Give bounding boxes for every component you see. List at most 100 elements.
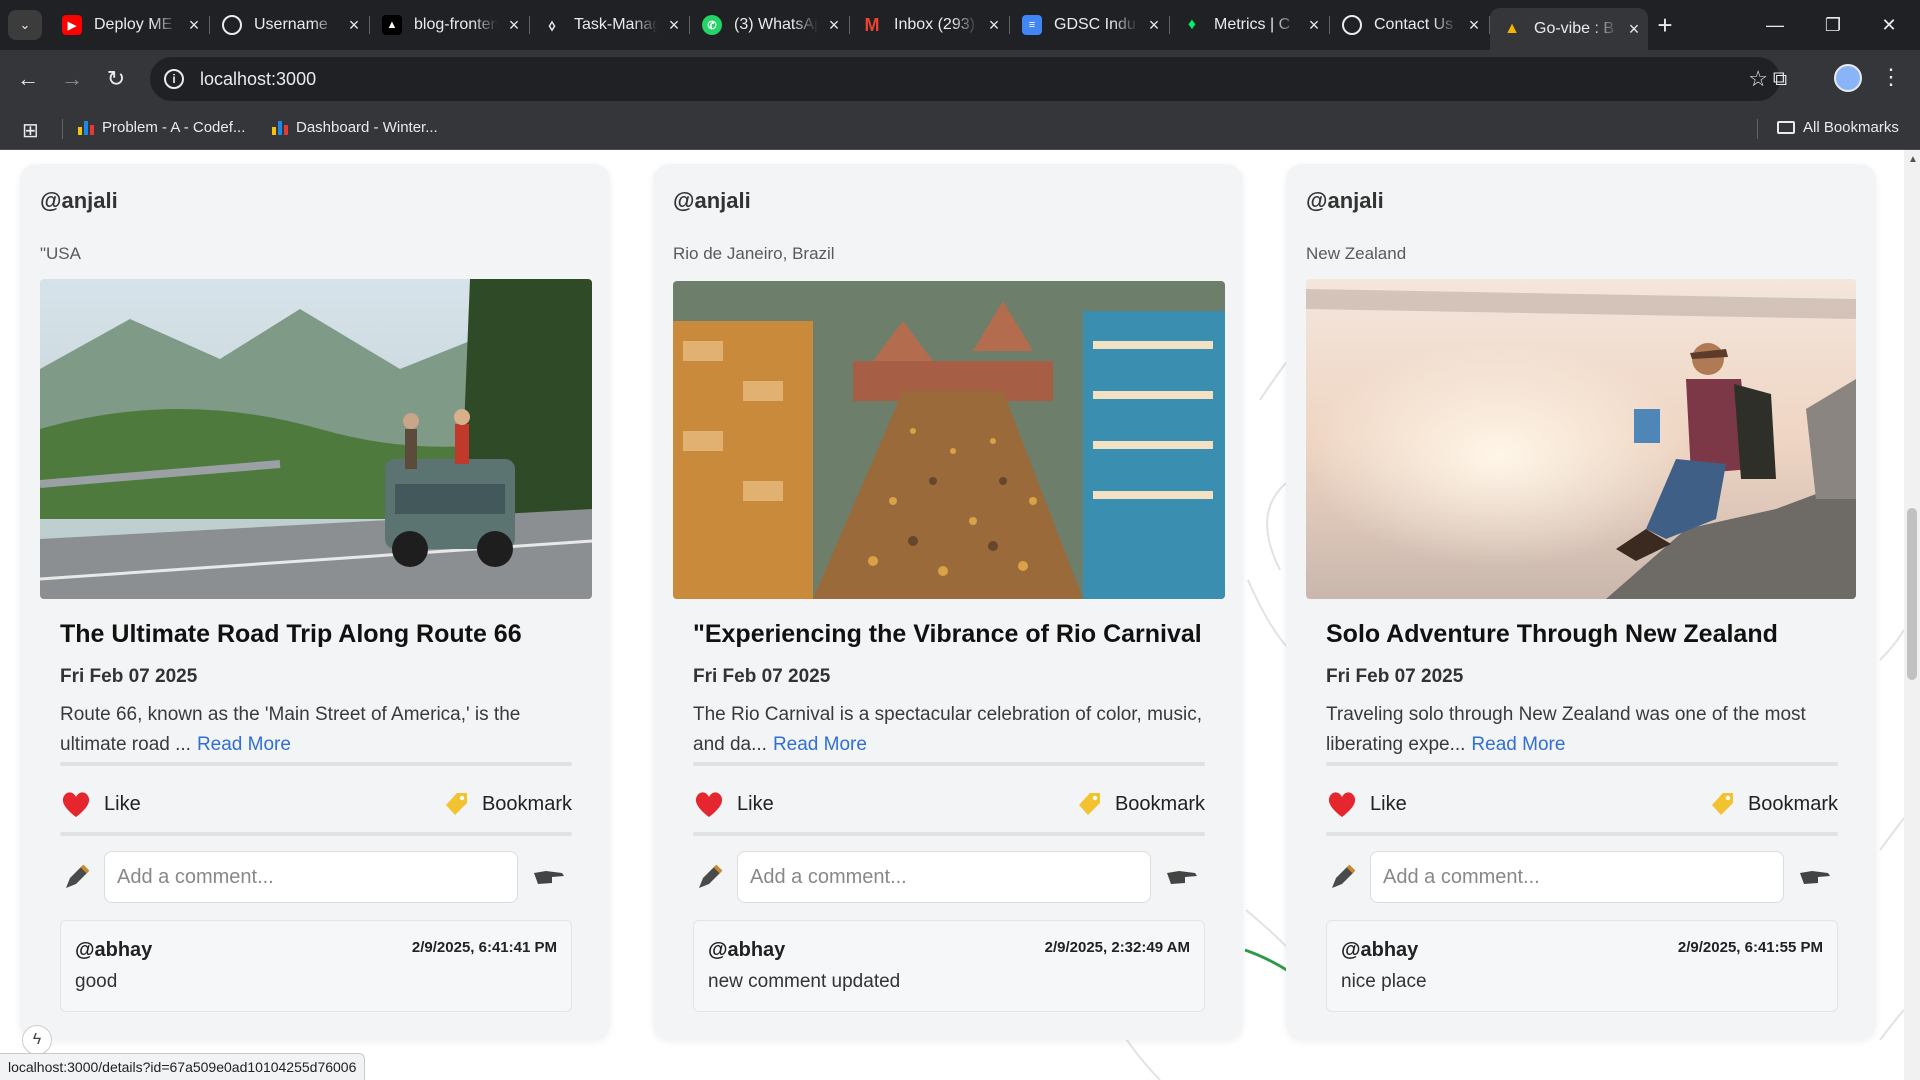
minimize-button[interactable]: — xyxy=(1752,8,1798,42)
heart-icon xyxy=(62,792,90,817)
bookmark-button[interactable]: Bookmark xyxy=(1073,789,1205,819)
tab-username[interactable]: Username × xyxy=(210,8,370,42)
scroll-up-icon[interactable]: ▲ xyxy=(1908,154,1918,165)
close-icon[interactable]: × xyxy=(1624,19,1644,39)
post-image[interactable] xyxy=(40,279,592,599)
tab-title: blog-frontend xyxy=(414,16,498,33)
back-button[interactable]: ← xyxy=(12,63,44,95)
post-author[interactable]: @anjali xyxy=(1306,188,1384,214)
read-more-link[interactable]: Read More xyxy=(1471,734,1565,755)
tab-metrics[interactable]: ♦ Metrics | C × xyxy=(1170,8,1330,42)
like-button[interactable]: Like xyxy=(693,788,774,820)
tab-go-vibe[interactable]: ▲ Go-vibe : B × xyxy=(1490,8,1648,50)
close-icon[interactable]: × xyxy=(344,15,364,35)
tab-title: GDSC Indu xyxy=(1054,16,1136,33)
post-card[interactable]: @anjali "USA The Ultimate Road Trip Alon… xyxy=(20,164,610,1040)
tab-title: Username xyxy=(254,16,328,33)
comment-row xyxy=(1326,851,1838,903)
read-more-link[interactable]: Read More xyxy=(197,734,291,755)
scrollbar-thumb[interactable] xyxy=(1907,508,1917,680)
post-author[interactable]: @anjali xyxy=(40,188,118,214)
extensions-icon[interactable]: ⧉ xyxy=(1765,64,1795,94)
bookmark-button[interactable]: Bookmark xyxy=(440,789,572,819)
post-excerpt: Route 66, known as the 'Main Street of A… xyxy=(60,700,580,760)
tab-deploy[interactable]: ▶ Deploy ME × xyxy=(50,8,210,42)
tab-title: (3) WhatsApp xyxy=(734,16,818,33)
close-icon[interactable]: × xyxy=(504,15,524,35)
post-title[interactable]: Solo Adventure Through New Zealand xyxy=(1326,620,1778,649)
bookmark-codeforces[interactable]: Problem - A - Codef... xyxy=(78,119,245,136)
tag-icon xyxy=(1711,793,1733,815)
govibe-icon: ▲ xyxy=(1504,20,1520,37)
post-image[interactable] xyxy=(1306,279,1856,599)
tab-task-manager[interactable]: ⬨ Task-Manager × xyxy=(530,8,690,42)
excerpt-text: The Rio Carnival is a spectacular celebr… xyxy=(693,704,1203,755)
tab-title: Contact Us xyxy=(1374,16,1454,33)
pointing-hand-icon[interactable] xyxy=(532,867,566,887)
tab-blog-frontend[interactable]: ▲ blog-frontend × xyxy=(370,8,530,42)
comment-text: good xyxy=(75,971,118,992)
url-text: localhost:3000 xyxy=(200,68,317,89)
tab-strip: ⌄ ▶ Deploy ME × Username × ▲ blog-fronte… xyxy=(0,0,1920,50)
bookmark-button[interactable]: Bookmark xyxy=(1706,789,1838,819)
post-author[interactable]: @anjali xyxy=(673,188,751,214)
tab-gdsc[interactable]: ≡ GDSC Indu × xyxy=(1010,8,1170,42)
bookmark-dashboard[interactable]: Dashboard - Winter... xyxy=(272,119,438,136)
comment-input[interactable] xyxy=(1370,851,1784,903)
close-icon[interactable]: × xyxy=(1464,15,1484,35)
read-more-link[interactable]: Read More xyxy=(773,734,867,755)
like-button[interactable]: Like xyxy=(60,788,141,820)
tab-title: Task-Manager xyxy=(574,16,658,33)
tab-inbox[interactable]: M Inbox (293) × xyxy=(850,8,1010,42)
like-label: Like xyxy=(104,792,141,815)
tag-icon xyxy=(1078,793,1100,815)
reload-button[interactable]: ↻ xyxy=(100,63,132,95)
pen-icon xyxy=(1332,864,1356,888)
profile-avatar[interactable] xyxy=(1834,64,1862,92)
post-image[interactable] xyxy=(673,281,1225,599)
post-card[interactable]: @anjali New Zealand Solo Adventure Throu… xyxy=(1286,164,1876,1040)
site-info-icon[interactable]: i xyxy=(164,69,184,89)
comment-item: @abhay 2/9/2025, 6:41:41 PM good xyxy=(60,920,572,1012)
whatsapp-icon: ✆ xyxy=(702,15,722,35)
post-title[interactable]: The Ultimate Road Trip Along Route 66 xyxy=(60,620,522,649)
lightning-icon[interactable]: ϟ xyxy=(22,1025,52,1055)
pin-icon: ⬨ xyxy=(548,16,556,34)
codeforces-icon xyxy=(272,120,288,135)
close-icon[interactable]: × xyxy=(1144,15,1164,35)
comment-text: nice place xyxy=(1341,971,1427,992)
comment-author: @abhay xyxy=(1341,939,1419,961)
tab-search-button[interactable]: ⌄ xyxy=(8,10,42,40)
tab-contact[interactable]: Contact Us × xyxy=(1330,8,1490,42)
comment-row xyxy=(693,851,1205,903)
close-icon[interactable]: × xyxy=(664,15,684,35)
comment-input[interactable] xyxy=(104,851,518,903)
all-bookmarks-label: All Bookmarks xyxy=(1803,119,1899,136)
like-button[interactable]: Like xyxy=(1326,788,1407,820)
pointing-hand-icon[interactable] xyxy=(1798,867,1832,887)
close-icon[interactable]: × xyxy=(184,15,204,35)
close-icon[interactable]: × xyxy=(824,15,844,35)
close-icon[interactable]: × xyxy=(1304,15,1324,35)
close-window-button[interactable]: ✕ xyxy=(1866,8,1912,42)
new-tab-button[interactable]: + xyxy=(1650,10,1680,40)
page-scrollbar[interactable]: ▲ xyxy=(1904,150,1920,1080)
docs-icon: ≡ xyxy=(1022,15,1042,35)
tab-whatsapp[interactable]: ✆ (3) WhatsApp × xyxy=(690,8,850,42)
comment-item: @abhay 2/9/2025, 2:32:49 AM new comment … xyxy=(693,920,1205,1012)
close-icon[interactable]: × xyxy=(984,15,1004,35)
codeforces-icon xyxy=(78,120,94,135)
address-bar[interactable]: i localhost:3000 ☆ xyxy=(150,57,1780,101)
pointing-hand-icon[interactable] xyxy=(1165,867,1199,887)
apps-grid-icon[interactable]: ⊞ xyxy=(22,118,39,143)
restore-button[interactable]: ❐ xyxy=(1810,8,1856,42)
divider xyxy=(60,832,572,836)
post-title[interactable]: "Experiencing the Vibrance of Rio Carniv… xyxy=(693,620,1202,649)
forward-button[interactable]: → xyxy=(56,63,88,95)
menu-icon[interactable]: ⋮ xyxy=(1880,64,1902,90)
comment-input[interactable] xyxy=(737,851,1151,903)
post-card[interactable]: @anjali Rio de Janeiro, Brazil "Experien… xyxy=(653,164,1243,1040)
browser-toolbar: ← → ↻ i localhost:3000 ☆ ⧉ ⋮ xyxy=(0,50,1920,108)
comment-timestamp: 2/9/2025, 2:32:49 AM xyxy=(1044,939,1190,956)
all-bookmarks-button[interactable]: All Bookmarks xyxy=(1777,119,1899,136)
